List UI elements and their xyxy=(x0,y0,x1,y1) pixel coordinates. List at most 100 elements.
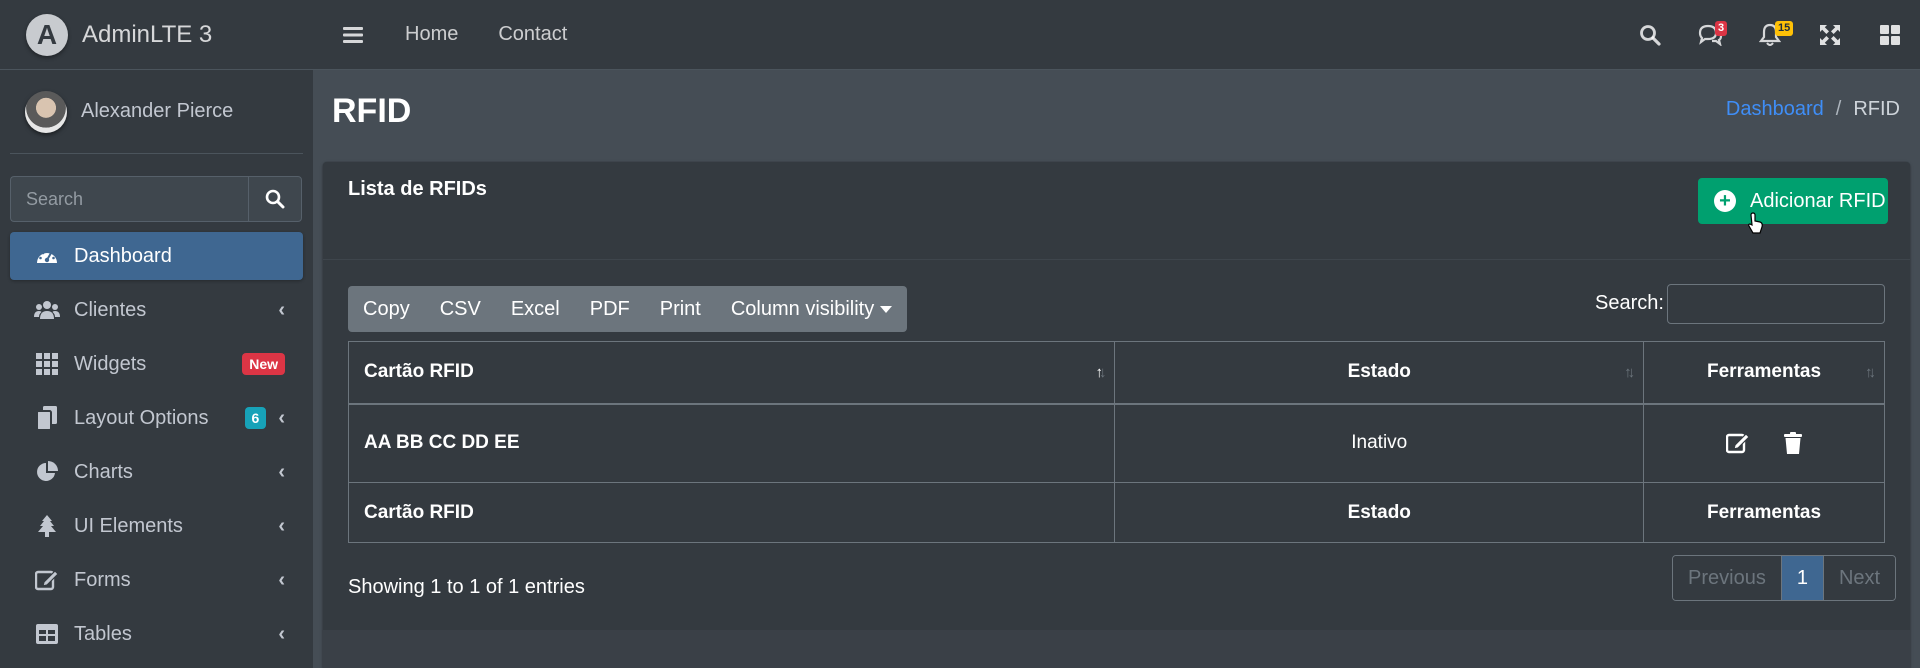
chevron-left-icon: ‹ xyxy=(278,514,285,537)
chevron-left-icon: ‹ xyxy=(278,568,285,591)
sidebar-item-clientes[interactable]: Clientes ‹ xyxy=(10,286,303,334)
sidebar-item-label: Clientes xyxy=(74,298,147,321)
sidebar-item-label: Tables xyxy=(74,622,132,645)
previous-page-button[interactable]: Previous xyxy=(1673,556,1781,600)
user-panel[interactable]: Alexander Pierce xyxy=(10,70,303,154)
brand-text: AdminLTE 3 xyxy=(82,20,213,48)
messages-badge: 3 xyxy=(1715,21,1728,36)
card-title: Lista de RFIDs xyxy=(348,178,487,200)
pdf-button[interactable]: PDF xyxy=(575,286,645,332)
next-page-button[interactable]: Next xyxy=(1822,556,1896,600)
chevron-left-icon: ‹ xyxy=(278,460,285,483)
expand-arrows-icon xyxy=(1820,25,1840,45)
add-rfid-label: Adicionar RFID xyxy=(1750,189,1886,212)
sidebar-item-label: Widgets xyxy=(74,352,147,375)
table-icon xyxy=(34,621,60,647)
sort-icon: ↑↓ xyxy=(1865,364,1876,381)
print-button[interactable]: Print xyxy=(645,286,716,332)
column-header-tools[interactable]: Ferramentas ↑↓ xyxy=(1643,341,1885,405)
tree-icon xyxy=(34,513,60,539)
status-cell: Inativo xyxy=(1114,403,1645,483)
new-badge: New xyxy=(242,353,285,375)
hamburger-icon xyxy=(343,26,363,43)
sidebar-item-layout-options[interactable]: Layout Options 6 ‹ xyxy=(10,394,303,442)
users-icon xyxy=(34,297,60,323)
navbar-search-button[interactable] xyxy=(1620,0,1680,70)
table-search-label: Search: xyxy=(1595,292,1664,314)
brand-logo: A xyxy=(26,13,68,56)
user-name[interactable]: Alexander Pierce xyxy=(81,100,233,123)
sidebar-search-input[interactable] xyxy=(10,176,248,222)
edit-icon xyxy=(34,567,60,593)
copy-button[interactable]: Copy xyxy=(348,286,425,332)
chevron-left-icon: ‹ xyxy=(278,622,285,645)
top-navbar: Home Contact 3 15 xyxy=(313,0,1920,70)
page-1-button[interactable]: 1 xyxy=(1780,556,1823,600)
search-icon xyxy=(265,189,285,209)
footer-tools: Ferramentas xyxy=(1643,482,1885,543)
count-badge: 6 xyxy=(244,407,267,429)
sidebar-item-ui-elements[interactable]: UI Elements ‹ xyxy=(10,502,303,550)
pie-chart-icon xyxy=(34,459,60,485)
plus-circle-icon: + xyxy=(1714,190,1736,212)
column-visibility-button[interactable]: Column visibility xyxy=(716,286,907,332)
tools-cell xyxy=(1643,403,1885,483)
menu-toggle-button[interactable] xyxy=(341,23,365,47)
messages-dropdown[interactable]: 3 xyxy=(1680,0,1740,70)
sidebar-item-label: Layout Options xyxy=(74,406,209,429)
sidebar-item-label: Dashboard xyxy=(74,244,172,267)
sidebar-item-tables[interactable]: Tables ‹ xyxy=(10,610,303,658)
breadcrumb-dashboard-link[interactable]: Dashboard xyxy=(1726,98,1824,121)
footer-status: Estado xyxy=(1114,482,1645,543)
chevron-left-icon: ‹ xyxy=(278,406,285,429)
column-header-card[interactable]: Cartão RFID ↑↓ xyxy=(347,341,1116,405)
export-button-group: Copy CSV Excel PDF Print Column visibili… xyxy=(348,286,908,332)
breadcrumb-separator: / xyxy=(1835,98,1842,120)
sidebar-item-label: Charts xyxy=(74,460,133,483)
rfid-card-cell: AA BB CC DD EE xyxy=(347,403,1116,483)
card-header: Lista de RFIDs + Adicionar RFID xyxy=(323,162,1910,260)
tachometer-icon xyxy=(34,243,60,269)
sidebar-item-widgets[interactable]: Widgets New xyxy=(10,340,303,388)
control-sidebar-button[interactable] xyxy=(1860,0,1920,70)
page-title: RFID xyxy=(332,92,412,130)
table-footer-row: Cartão RFID Estado Ferramentas xyxy=(347,482,1885,543)
rfid-card: Lista de RFIDs + Adicionar RFID Copy CSV… xyxy=(323,162,1910,668)
add-rfid-button[interactable]: + Adicionar RFID xyxy=(1698,178,1888,224)
trash-icon[interactable] xyxy=(1784,432,1803,455)
csv-button[interactable]: CSV xyxy=(425,286,496,332)
nav-link-contact[interactable]: Contact xyxy=(498,23,567,46)
excel-button[interactable]: Excel xyxy=(496,286,575,332)
copy-icon xyxy=(34,405,60,431)
sidebar-nav: Dashboard Clientes ‹ Widgets New Layout … xyxy=(10,232,303,664)
notifications-dropdown[interactable]: 15 xyxy=(1740,0,1800,70)
brand-link[interactable]: A AdminLTE 3 xyxy=(0,0,313,70)
table-info: Showing 1 to 1 of 1 entries xyxy=(348,576,585,598)
rfid-table: Cartão RFID ↑↓ Estado ↑↓ Ferramentas ↑↓ … xyxy=(347,341,1885,543)
sidebar-item-dashboard[interactable]: Dashboard xyxy=(10,232,303,280)
table-search-input[interactable] xyxy=(1667,284,1885,324)
breadcrumb-current: RFID xyxy=(1853,98,1900,120)
main-sidebar: A AdminLTE 3 Alexander Pierce Dashboard … xyxy=(0,0,313,668)
th-large-icon xyxy=(1880,25,1900,45)
edit-icon[interactable] xyxy=(1726,432,1750,454)
search-icon xyxy=(1640,25,1661,46)
grid-icon xyxy=(34,351,60,377)
chevron-left-icon: ‹ xyxy=(278,298,285,321)
fullscreen-button[interactable] xyxy=(1800,0,1860,70)
sort-icon: ↑↓ xyxy=(1624,364,1635,381)
sort-asc-icon: ↑↓ xyxy=(1095,364,1106,381)
sidebar-search xyxy=(10,176,302,222)
table-row: AA BB CC DD EE Inativo xyxy=(347,403,1885,483)
footer-card: Cartão RFID xyxy=(347,482,1116,543)
pagination: Previous 1 Next xyxy=(1672,555,1897,601)
notifications-badge: 15 xyxy=(1775,21,1794,36)
sidebar-item-label: UI Elements xyxy=(74,514,183,537)
sidebar-item-forms[interactable]: Forms ‹ xyxy=(10,556,303,604)
column-visibility-label: Column visibility xyxy=(730,297,875,320)
column-header-status[interactable]: Estado ↑↓ xyxy=(1114,341,1645,405)
caret-down-icon xyxy=(880,305,893,313)
sidebar-search-button[interactable] xyxy=(248,176,302,222)
sidebar-item-charts[interactable]: Charts ‹ xyxy=(10,448,303,496)
nav-link-home[interactable]: Home xyxy=(405,23,458,46)
